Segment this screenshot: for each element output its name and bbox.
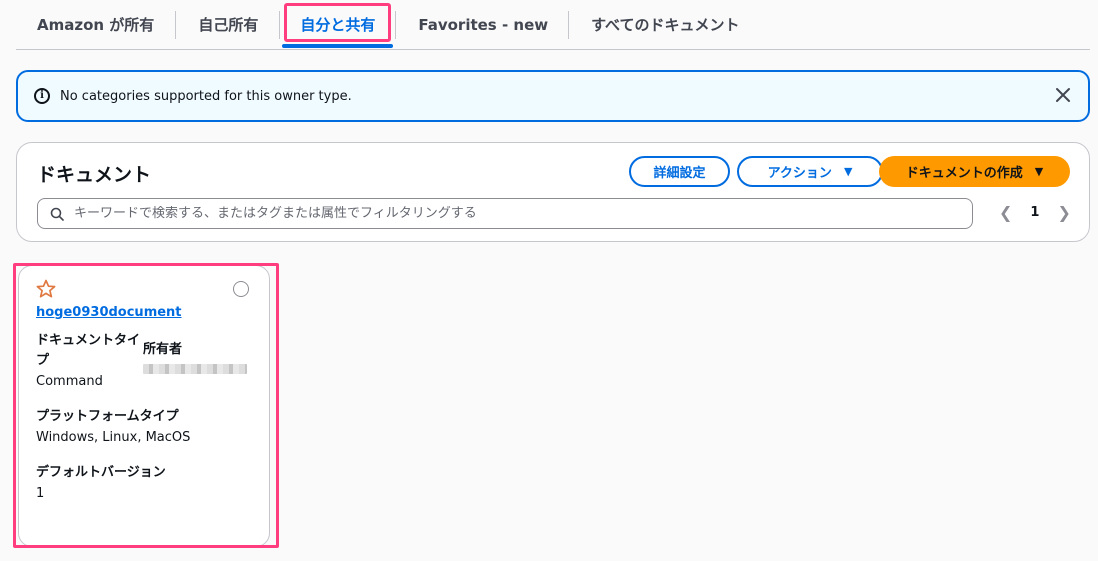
tab-label: すべてのドキュメント [591,16,740,34]
documents-container: ドキュメント 詳細設定 アクション ▼ ドキュメントの作成 ▼ ❮ 1 ❯ [16,142,1090,242]
document-type-value: Command [36,374,103,389]
document-type-label: ドキュメントタイプ [36,333,141,368]
actions-button[interactable]: アクション ▼ [737,156,883,187]
tab-label: 自己所有 [198,16,259,34]
caret-down-icon: ▼ [843,165,853,178]
button-label: ドキュメントの作成 [905,166,1023,181]
tab-bar: Amazon が所有 自己所有 自分と共有 Favorites - new すべ… [16,0,1090,50]
chevron-right-icon[interactable]: ❯ [1057,203,1070,222]
highlight-box [284,3,392,42]
info-icon: i [34,88,50,104]
button-label: アクション [767,166,832,181]
page-title: ドキュメント [37,164,152,186]
caret-down-icon: ▼ [1034,165,1044,178]
default-version-value: 1 [36,486,45,501]
search-input[interactable] [74,206,972,221]
close-icon[interactable] [1054,86,1072,104]
chevron-left-icon[interactable]: ❮ [999,203,1012,222]
tab-favorites[interactable]: Favorites - new [396,0,568,49]
page-number[interactable]: 1 [1030,205,1039,220]
tab-shared-with-me[interactable]: 自分と共有 [280,0,395,49]
platform-type-label: プラットフォームタイプ [36,409,179,424]
tab-all-documents[interactable]: すべてのドキュメント [569,0,759,49]
active-tab-underline [282,44,394,48]
star-icon[interactable] [36,279,56,299]
tab-label: Amazon が所有 [37,16,155,34]
flash-message: No categories supported for this owner t… [60,88,352,104]
document-name-link[interactable]: hoge0930document [36,305,182,320]
create-document-button[interactable]: ドキュメントの作成 ▼ [879,156,1070,187]
owner-label: 所有者 [143,342,183,357]
info-flash: i No categories supported for this owner… [16,70,1090,122]
owner-value-redacted [143,364,247,374]
default-version-label: デフォルトバージョン [36,465,166,480]
tab-amazon-owned[interactable]: Amazon が所有 [16,0,175,49]
button-label: 詳細設定 [653,166,706,181]
pagination: ❮ 1 ❯ [999,203,1071,222]
tab-owned-by-me[interactable]: 自己所有 [176,0,279,49]
tab-label: Favorites - new [418,15,549,34]
platform-type-value: Windows, Linux, MacOS [36,430,191,445]
document-card: hoge0930document ドキュメントタイプ Command 所有者 プ… [18,265,270,547]
preferences-button[interactable]: 詳細設定 [629,156,730,187]
search-icon [50,207,64,221]
search-field[interactable] [37,198,973,229]
select-radio[interactable] [233,281,249,297]
